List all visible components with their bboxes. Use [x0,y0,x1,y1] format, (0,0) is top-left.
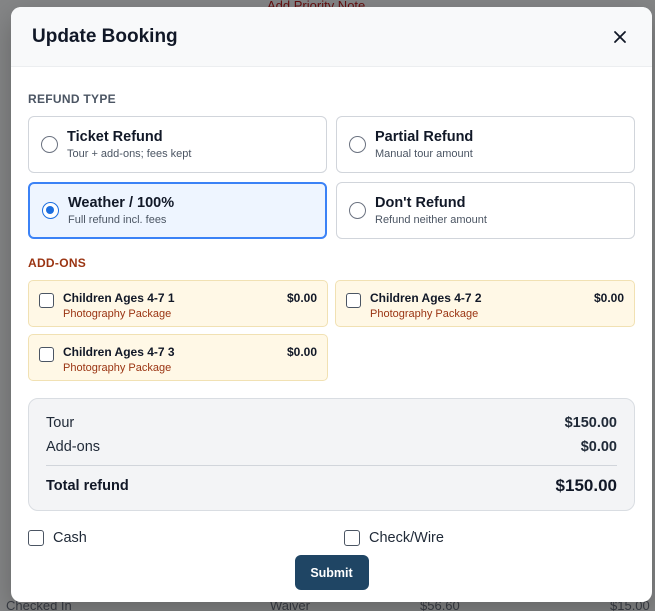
addon-item[interactable]: Children Ages 4-7 3 $0.00 Photography Pa… [28,334,328,381]
addon-checkbox[interactable] [39,293,54,308]
addon-checkbox[interactable] [346,293,361,308]
refund-summary: Tour $150.00 Add-ons $0.00 Total refund … [28,398,635,511]
update-booking-modal: Update Booking REFUND TYPE Ticket Refund… [11,7,652,602]
refund-option-subtitle: Full refund incl. fees [68,214,167,226]
refund-option-title: Don't Refund [375,195,466,211]
cash-checkbox[interactable] [28,530,44,546]
addon-name: Children Ages 4-7 3 [63,345,175,359]
addon-price: $0.00 [593,291,624,305]
summary-addons-label: Add-ons [46,439,101,455]
addons-label: ADD-ONS [28,256,87,270]
refund-option-ticket[interactable]: Ticket Refund Tour + add-ons; fees kept [28,116,327,173]
radio-button[interactable] [41,136,58,153]
payment-method-row: Cash Check/Wire [28,530,635,546]
summary-tour-label: Tour [46,415,75,431]
addon-price: $0.00 [286,345,317,359]
refund-option-weather[interactable]: Weather / 100% Full refund incl. fees [28,182,327,239]
refund-option-title: Ticket Refund [67,129,163,145]
refund-option-none[interactable]: Don't Refund Refund neither amount [336,182,635,239]
refund-option-partial[interactable]: Partial Refund Manual tour amount [336,116,635,173]
refund-type-options: Ticket Refund Tour + add-ons; fees kept … [28,116,635,239]
addons-list: Children Ages 4-7 1 $0.00 Photography Pa… [28,280,635,381]
modal-body: REFUND TYPE Ticket Refund Tour + add-ons… [11,92,652,590]
refund-option-title: Weather / 100% [68,195,175,211]
close-button[interactable] [608,25,632,49]
radio-button-selected[interactable] [42,202,59,219]
addon-package: Photography Package [63,308,172,320]
refund-type-label: REFUND TYPE [28,92,116,106]
modal-header: Update Booking [11,7,652,67]
summary-tour-row: Tour $150.00 [46,411,617,435]
addon-name: Children Ages 4-7 1 [63,291,175,305]
addon-package: Photography Package [370,308,479,320]
cash-label: Cash [53,530,87,546]
summary-total-value: $150.00 [555,476,617,495]
payment-cash-option[interactable]: Cash [28,530,344,546]
addon-price: $0.00 [286,291,317,305]
check-wire-label: Check/Wire [369,530,444,546]
refund-option-subtitle: Manual tour amount [375,148,473,160]
summary-divider [46,465,617,466]
refund-option-subtitle: Tour + add-ons; fees kept [67,148,192,160]
payment-check-wire-option[interactable]: Check/Wire [344,530,644,546]
submit-button[interactable]: Submit [294,555,369,590]
summary-addons-value: $0.00 [580,439,617,455]
summary-total-row: Total refund $150.00 [46,474,617,498]
close-icon [614,30,626,43]
check-wire-checkbox[interactable] [344,530,360,546]
refund-option-title: Partial Refund [375,129,474,145]
summary-addons-row: Add-ons $0.00 [46,435,617,459]
addon-checkbox[interactable] [39,347,54,362]
summary-tour-value: $150.00 [564,415,617,431]
modal-title: Update Booking [32,25,178,47]
radio-button[interactable] [349,136,366,153]
summary-total-label: Total refund [46,478,129,494]
radio-button[interactable] [349,202,366,219]
refund-option-subtitle: Refund neither amount [375,214,487,226]
addon-item[interactable]: Children Ages 4-7 1 $0.00 Photography Pa… [28,280,328,327]
addon-name: Children Ages 4-7 2 [370,291,482,305]
addon-item[interactable]: Children Ages 4-7 2 $0.00 Photography Pa… [335,280,635,327]
addon-package: Photography Package [63,362,172,374]
